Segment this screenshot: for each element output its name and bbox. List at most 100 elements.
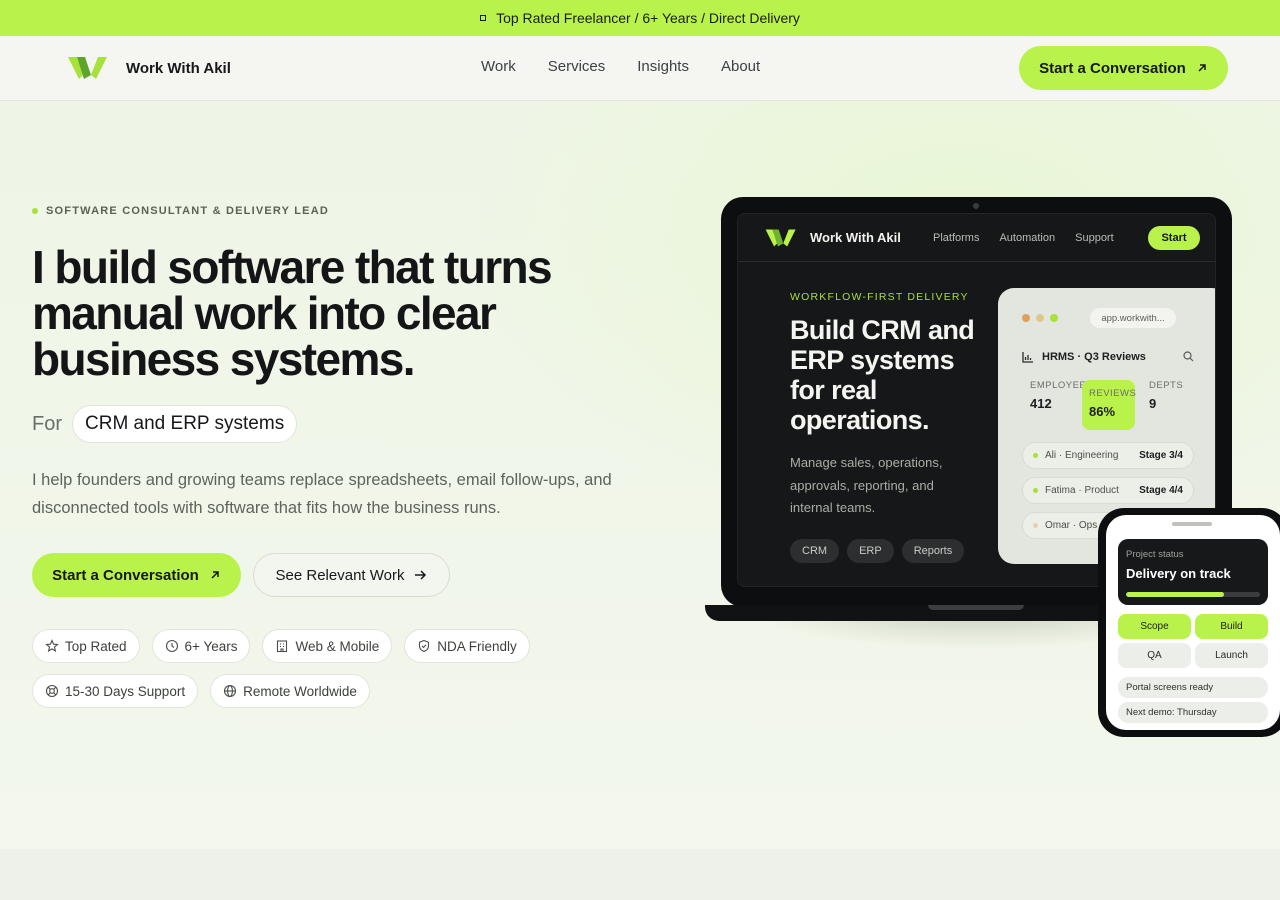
logo-icon	[68, 57, 107, 79]
mock-tags: CRM ERP Reports	[790, 539, 965, 563]
lifebuoy-icon	[45, 684, 59, 698]
camera-dot	[973, 203, 979, 209]
status-dot-icon	[1033, 523, 1038, 528]
start-conversation-label: Start a Conversation	[52, 566, 199, 584]
shield-icon	[419, 639, 430, 653]
stat-value: 9	[1149, 396, 1157, 411]
project-status-value: Delivery on track	[1126, 566, 1231, 581]
chip-label: Web & Mobile	[295, 638, 380, 654]
chip-support: 15-30 Days Support	[32, 674, 199, 708]
site-header: Work With Akil Work Services Insights Ab…	[0, 36, 1280, 101]
row-stage: Stage 3/4	[1139, 450, 1183, 461]
phone-notch	[1172, 522, 1212, 526]
arrow-right-icon	[415, 570, 427, 580]
hero-eyebrow-text: SOFTWARE CONSULTANT & DELIVERY LEAD	[46, 205, 329, 217]
chip-years: 6+ Years	[151, 629, 251, 663]
row-name: Omar · Ops	[1045, 520, 1098, 531]
row-stage: Stage 4/4	[1139, 485, 1183, 496]
phone-screen: Project status Delivery on track Scope B…	[1106, 515, 1280, 730]
arrow-up-right-icon	[1198, 64, 1206, 72]
brand-logo-link[interactable]: Work With Akil	[68, 55, 231, 81]
phase-scope: Scope	[1118, 614, 1191, 639]
laptop-base	[705, 605, 1145, 621]
mock-nav-platforms: Platforms	[933, 232, 980, 244]
stat-value: 86%	[1089, 404, 1116, 419]
mock-nav-support: Support	[1075, 232, 1114, 244]
project-status-label: Project status	[1126, 549, 1184, 560]
see-relevant-work-button[interactable]: See Relevant Work	[253, 553, 450, 597]
nav-link-services[interactable]: Services	[548, 58, 606, 75]
logo-icon	[765, 229, 796, 247]
mock-eyebrow: WORKFLOW-FIRST DELIVERY	[790, 291, 969, 303]
eyebrow-dot-icon	[32, 208, 38, 214]
phase-build: Build	[1195, 614, 1268, 639]
stat-label: DEPTS	[1149, 380, 1184, 391]
brand-name: Work With Akil	[126, 59, 231, 77]
mock-tag-erp: ERP	[847, 539, 894, 563]
phone-note: Portal screens ready	[1118, 677, 1268, 698]
mock-title: Build CRM and ERP systems for real opera…	[790, 315, 975, 435]
status-dot-icon	[1033, 488, 1038, 493]
header-cta-label: Start a Conversation	[1039, 59, 1186, 77]
next-section-edge	[0, 849, 1280, 900]
square-icon	[480, 15, 487, 21]
mock-start-button: Start	[1148, 226, 1200, 250]
bar-chart-icon	[1022, 351, 1033, 363]
stat-reviews: REVIEWS 86%	[1082, 380, 1137, 430]
project-status-card: Project status Delivery on track	[1118, 539, 1268, 605]
arrow-up-right-icon	[211, 571, 219, 579]
dashboard-title: HRMS · Q3 Reviews	[1022, 351, 1146, 363]
hero-eyebrow: SOFTWARE CONSULTANT & DELIVERY LEAD	[32, 205, 329, 217]
clock-icon	[165, 639, 178, 653]
globe-icon	[224, 684, 237, 698]
nav-link-insights[interactable]: Insights	[637, 58, 689, 75]
main-nav: Work Services Insights About	[481, 58, 760, 75]
phone-mockup: Project status Delivery on track Scope B…	[1098, 508, 1280, 737]
mock-nav-automation: Automation	[999, 232, 1056, 244]
stat-depts: DEPTS 9	[1149, 380, 1183, 430]
nav-link-about[interactable]: About	[721, 58, 760, 75]
window-dot	[1036, 314, 1044, 322]
window-dots	[1022, 314, 1058, 322]
dashboard-title-text: HRMS · Q3 Reviews	[1042, 351, 1146, 363]
row-name: Fatima · Product	[1045, 485, 1119, 496]
star-icon	[45, 639, 59, 653]
chip-top-rated: Top Rated	[32, 629, 140, 663]
for-line: For CRM and ERP systems	[32, 405, 298, 443]
phone-note: Next demo: Thursday	[1118, 702, 1268, 723]
review-row: Fatima · Product Stage 4/4	[1022, 477, 1194, 504]
building-icon	[277, 640, 288, 653]
mock-url-bar: app.workwith...	[1090, 308, 1176, 328]
chip-label: NDA Friendly	[437, 638, 517, 654]
phase-qa: QA	[1118, 643, 1191, 668]
header-cta-button[interactable]: Start a Conversation	[1019, 46, 1228, 90]
row-name: Ali · Engineering	[1045, 450, 1119, 461]
hero-headline: I build software that turns manual work …	[32, 241, 553, 385]
chip-web-mobile: Web & Mobile	[262, 629, 393, 663]
phase-launch: Launch	[1195, 643, 1268, 668]
chip-label: Top Rated	[65, 638, 127, 654]
announcement-bar: Top Rated Freelancer / 6+ Years / Direct…	[0, 0, 1280, 36]
mock-tag-reports: Reports	[901, 539, 965, 563]
mock-brand-name: Work With Akil	[810, 230, 901, 245]
window-dot	[1022, 314, 1030, 322]
stat-label: REVIEWS	[1089, 388, 1137, 399]
for-label: For	[32, 412, 62, 435]
search-icon	[1183, 351, 1194, 362]
for-rotating-pill: CRM and ERP systems	[72, 405, 298, 443]
chip-label: 6+ Years	[184, 638, 238, 654]
progress-fill	[1126, 592, 1224, 597]
chip-nda: NDA Friendly	[404, 629, 530, 663]
see-relevant-work-label: See Relevant Work	[275, 566, 405, 584]
window-dot	[1050, 314, 1058, 322]
mock-description: Manage sales, operations, approvals, rep…	[790, 455, 943, 515]
chip-remote: Remote Worldwide	[210, 674, 370, 708]
status-dot-icon	[1033, 453, 1038, 458]
review-row: Ali · Engineering Stage 3/4	[1022, 442, 1194, 469]
laptop-hinge	[928, 605, 1024, 610]
hero-description: I help founders and growing teams replac…	[32, 471, 612, 517]
start-conversation-button[interactable]: Start a Conversation	[32, 553, 241, 597]
nav-link-work[interactable]: Work	[481, 58, 516, 75]
chip-label: Remote Worldwide	[243, 683, 357, 699]
trust-chips: Top Rated 6+ Years Web & Mobile NDA Frie…	[32, 629, 552, 708]
